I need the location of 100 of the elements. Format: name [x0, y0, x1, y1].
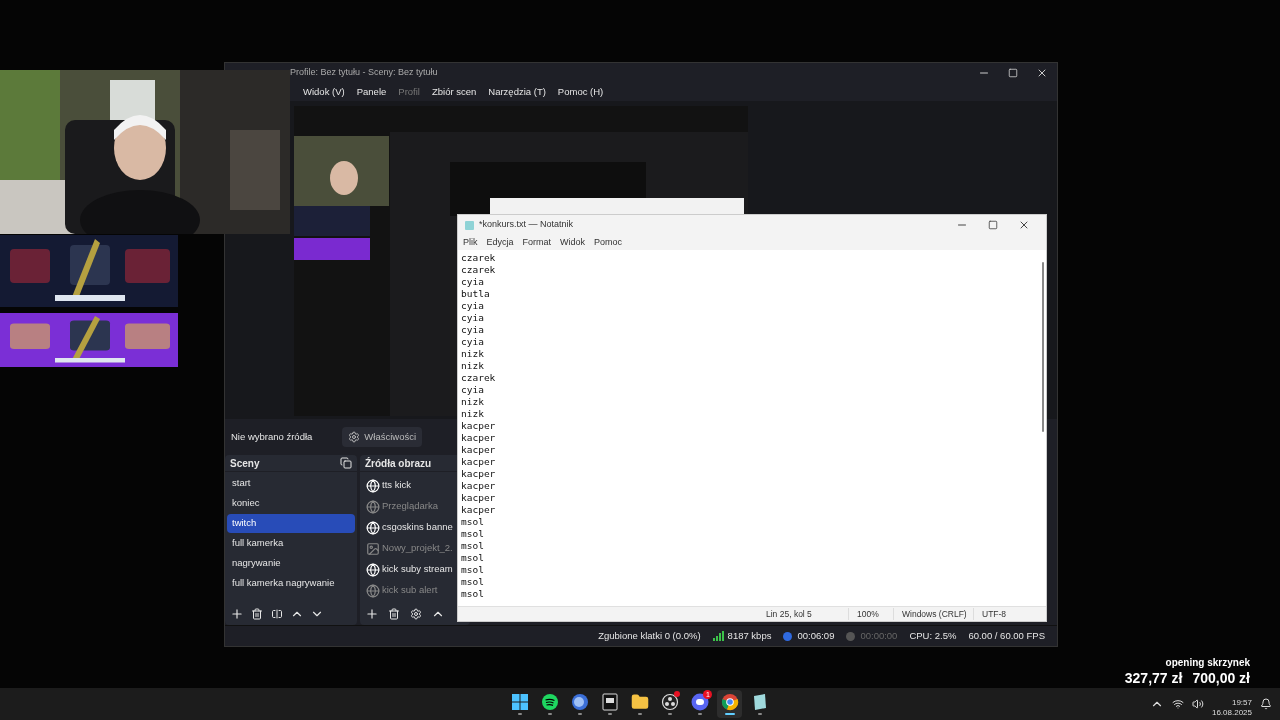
panel-title: Źródła obrazu: [365, 456, 432, 471]
gear-icon: [348, 431, 361, 443]
windows-logo-icon: [510, 693, 529, 711]
folder-icon: [630, 693, 649, 711]
text-line: nizk: [461, 408, 484, 420]
obs-icon: [660, 693, 679, 711]
bitrate: 8187 kbps: [727, 628, 772, 643]
panel-title: Sceny: [230, 456, 260, 471]
trash-icon: [251, 608, 263, 620]
text-line: nizk: [461, 348, 484, 360]
source-item[interactable]: Nowy_projekt_2.: [382, 541, 453, 556]
network-icon[interactable]: [1171, 698, 1184, 710]
menu-item[interactable]: Widok: [560, 235, 586, 250]
menu-item[interactable]: Widok (V): [303, 84, 345, 100]
globe-icon: [366, 478, 380, 493]
menu-item[interactable]: Edycja: [486, 235, 514, 250]
globe-icon: [366, 520, 380, 535]
scene-item[interactable]: twitch: [227, 514, 355, 533]
volume-icon[interactable]: [1191, 698, 1204, 710]
text-line: cyia: [461, 276, 484, 288]
undock-icon[interactable]: [340, 457, 352, 469]
taskbar-app[interactable]: [717, 690, 743, 718]
text-line: kacper: [461, 480, 496, 492]
zoom-level: 100%: [848, 607, 893, 621]
cursor-position: Lin 25, kol 5: [765, 607, 813, 621]
menu-item[interactable]: Pomoc (H): [557, 84, 604, 100]
text-line: msol: [461, 576, 484, 588]
text-line: kacper: [461, 444, 496, 456]
scene-item[interactable]: full kamerka: [227, 534, 355, 553]
clock-date: 16.08.2025: [1211, 708, 1252, 718]
text-line: msol: [461, 528, 484, 540]
record-time: 00:00:00: [860, 628, 898, 643]
notepad-icon: [464, 219, 475, 231]
stream-time: 00:06:09: [797, 628, 835, 643]
globe-icon: [366, 499, 380, 514]
cpu-usage: CPU: 2.5%: [909, 628, 957, 643]
notifications-icon[interactable]: [1260, 698, 1272, 710]
scene-item[interactable]: start: [227, 474, 355, 493]
text-line: nizk: [461, 396, 484, 408]
menu-item[interactable]: Format: [522, 235, 552, 250]
text-line: msol: [461, 552, 484, 564]
text-line: kacper: [461, 432, 496, 444]
text-line: kacper: [461, 504, 496, 516]
source-item[interactable]: Przeglądarka: [382, 499, 438, 514]
menu-item[interactable]: Pomoc: [594, 235, 623, 250]
menu-item[interactable]: Zbiór scen: [431, 84, 477, 100]
scene-item[interactable]: koniec: [227, 494, 355, 513]
text-line: kacper: [461, 456, 496, 468]
scene-item[interactable]: nagrywanie: [227, 554, 355, 573]
text-line: cyia: [461, 300, 484, 312]
plus-icon: [230, 607, 244, 621]
text-line: msol: [461, 516, 484, 528]
text-line: cyia: [461, 324, 484, 336]
source-item[interactable]: kick sub alert: [382, 583, 438, 598]
globe-icon: [366, 562, 380, 577]
globe-icon: [366, 583, 380, 598]
menu-item[interactable]: Panele: [356, 84, 387, 100]
line-ending: Windows (CRLF): [893, 607, 973, 621]
menu-item[interactable]: Plik: [463, 235, 478, 250]
text-line: nizk: [461, 360, 484, 372]
spotify-icon: [540, 693, 559, 711]
encoding: UTF-8: [973, 607, 1007, 621]
text-line: cyia: [461, 384, 484, 396]
window-title: Profile: Bez tytułu - Sceny: Bez tytułu: [290, 66, 438, 80]
text-line: kacper: [461, 420, 496, 432]
text-line: kacper: [461, 492, 496, 504]
clock-time: 19:57: [1231, 698, 1252, 708]
properties-button[interactable]: Właściwości: [342, 426, 423, 448]
menu-item[interactable]: Narzędzia (T): [488, 84, 546, 100]
sphere-icon: [570, 693, 589, 711]
text-line: msol: [461, 588, 484, 600]
source-item[interactable]: tts kick: [382, 478, 412, 493]
selected-source-label: Nie wybrano źródła: [231, 429, 313, 444]
discord-icon: [690, 693, 709, 711]
goal-target: 700,00 zł: [1192, 670, 1250, 686]
text-line: kacper: [461, 468, 496, 480]
maximize-icon[interactable]: [988, 220, 998, 230]
plus-icon: [365, 607, 379, 621]
signal-icon: [712, 631, 724, 641]
text-line: czarek: [461, 252, 496, 264]
goal-current: 327,77 zł: [1124, 670, 1183, 686]
close-icon[interactable]: [1036, 67, 1048, 79]
text-line: cyia: [461, 312, 484, 324]
fps-counter: 60.00 / 60.00 FPS: [968, 628, 1045, 643]
filter-icon: [271, 608, 283, 620]
scrollbar[interactable]: [1042, 262, 1044, 432]
dropped-frames: Zgubione klatki 0 (0.0%): [598, 628, 701, 644]
window-title: *konkurs.txt — Notatnik: [479, 218, 574, 232]
source-item[interactable]: kick suby stream: [382, 562, 453, 577]
text-line: czarek: [461, 264, 496, 276]
close-icon[interactable]: [1018, 219, 1030, 231]
image-icon: [366, 541, 380, 556]
scene-item[interactable]: full kamerka nagrywanie: [227, 574, 355, 593]
text-line: msol: [461, 564, 484, 576]
gear-icon: [410, 608, 422, 620]
text-line: butla: [461, 288, 490, 300]
chrome-icon: [720, 693, 739, 711]
source-item[interactable]: csgoskins banne: [382, 520, 453, 535]
text-line: msol: [461, 540, 484, 552]
trash-icon: [388, 608, 400, 620]
